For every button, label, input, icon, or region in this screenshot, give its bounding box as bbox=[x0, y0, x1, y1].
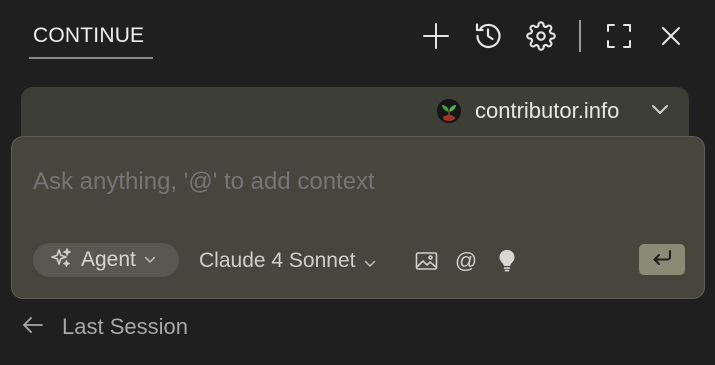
at-mention-glyph: @ bbox=[454, 248, 478, 273]
mode-selector[interactable]: Agent bbox=[33, 243, 179, 277]
context-label[interactable]: contributor.info bbox=[475, 98, 619, 124]
last-session-label: Last Session bbox=[62, 314, 188, 339]
send-button[interactable] bbox=[639, 244, 685, 275]
history-icon[interactable] bbox=[473, 21, 503, 51]
lightbulb-icon[interactable] bbox=[495, 249, 519, 273]
chevron-down-icon bbox=[364, 250, 376, 274]
active-tab-underline bbox=[29, 57, 153, 59]
model-selector[interactable]: Claude 4 Sonnet bbox=[199, 248, 376, 274]
chevron-down-icon[interactable] bbox=[650, 102, 670, 121]
fullscreen-icon[interactable] bbox=[604, 21, 634, 51]
enter-icon bbox=[651, 248, 673, 271]
model-label: Claude 4 Sonnet bbox=[199, 249, 356, 272]
seedling-avatar-icon bbox=[437, 99, 461, 123]
last-session-link[interactable]: Last Session bbox=[22, 314, 188, 340]
image-icon[interactable] bbox=[414, 249, 438, 273]
arrow-left-icon bbox=[22, 316, 44, 339]
sparkle-icon bbox=[50, 247, 72, 274]
at-mention-icon[interactable]: @ bbox=[454, 249, 478, 273]
chevron-down-icon bbox=[144, 251, 156, 269]
gear-icon[interactable] bbox=[526, 21, 556, 51]
mode-label: Agent bbox=[81, 248, 136, 271]
header-divider bbox=[579, 20, 581, 52]
tab-continue[interactable]: CONTINUE bbox=[33, 24, 144, 48]
chat-input[interactable] bbox=[33, 168, 633, 196]
plus-icon[interactable] bbox=[421, 21, 451, 51]
close-icon[interactable] bbox=[656, 21, 686, 51]
